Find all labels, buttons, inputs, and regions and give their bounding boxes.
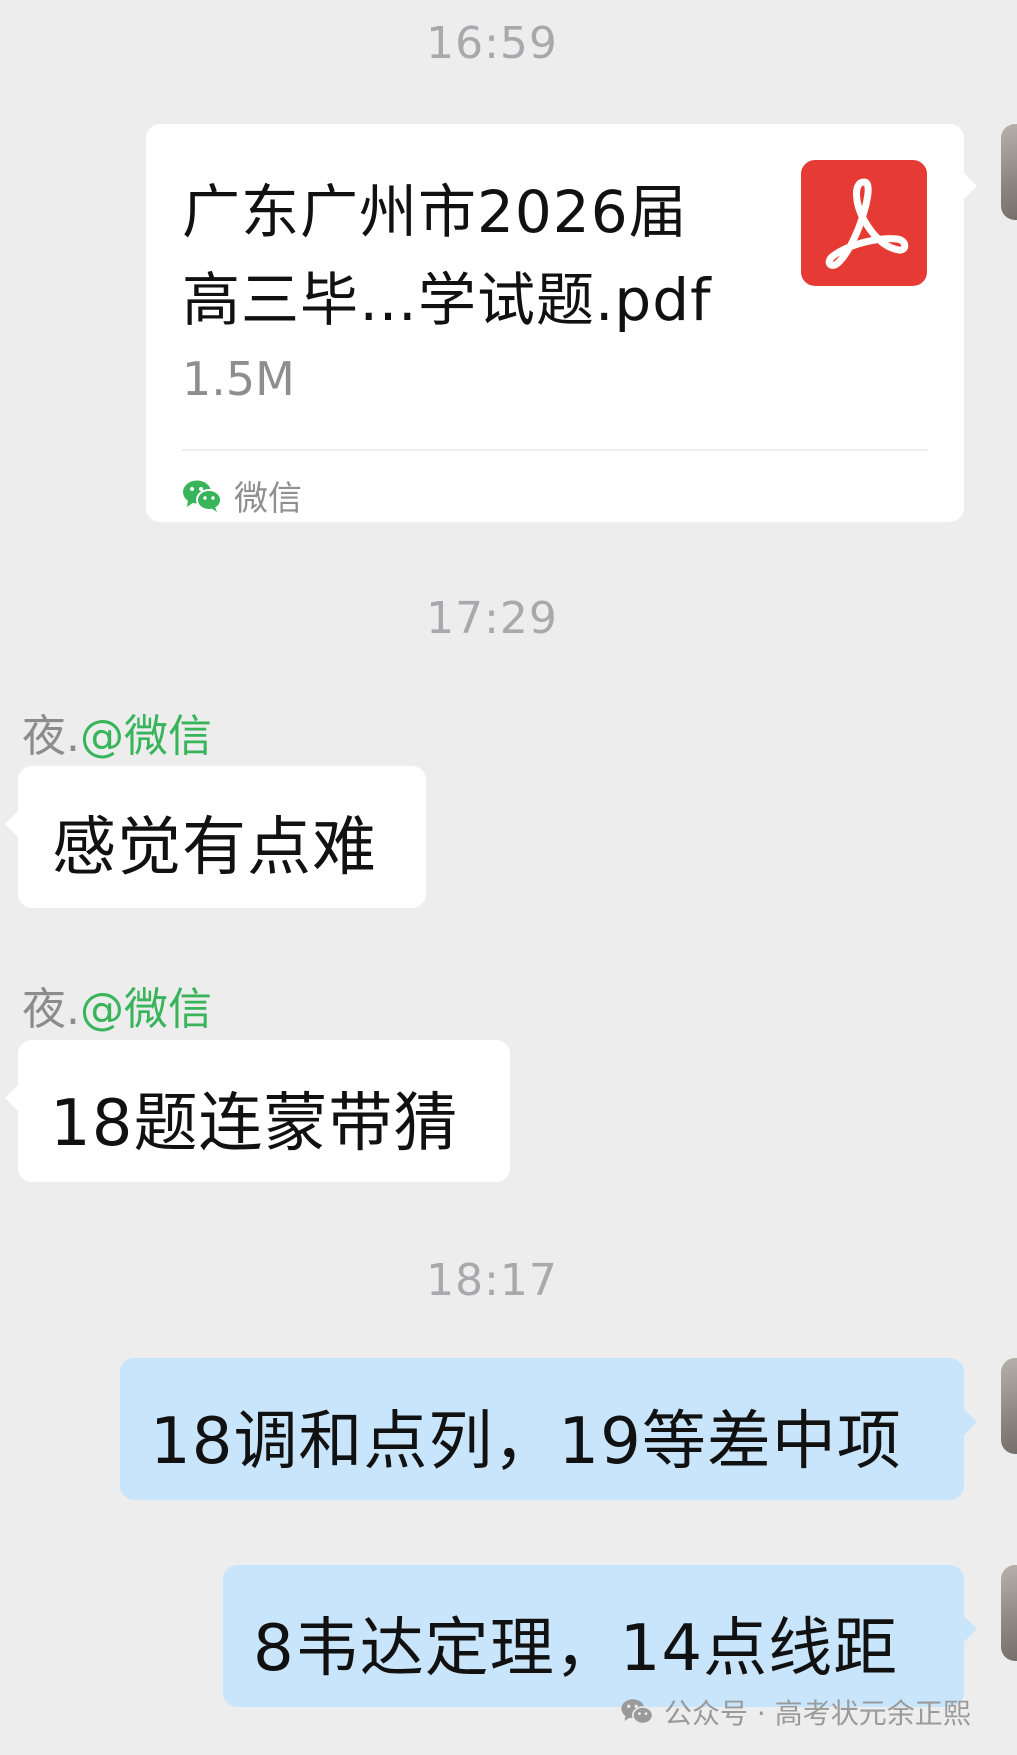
bubble-tail <box>963 172 977 200</box>
sender-nickname: 夜. <box>22 984 80 1035</box>
message-bubble[interactable]: 感觉有点难 <box>5 766 426 908</box>
message-text: 18调和点列，19等差中项 <box>150 1405 902 1479</box>
pdf-icon <box>801 160 927 286</box>
sender-nickname: 夜. <box>22 711 80 762</box>
file-name-line-1: 广东广州市2026届 <box>182 178 688 246</box>
sender-handle: @微信 <box>80 984 212 1035</box>
bubble-tail <box>963 1408 977 1436</box>
timestamp: 18:17 <box>426 1255 558 1306</box>
sender-name: 夜.@微信 <box>22 700 212 764</box>
wechat-icon <box>621 1699 654 1725</box>
divider <box>182 449 928 451</box>
message-text: 8韦达定理，14点线距 <box>253 1612 899 1686</box>
bubble-tail <box>5 1084 19 1112</box>
timestamp: 16:59 <box>426 18 558 69</box>
message-bubble[interactable]: 8韦达定理，14点线距 <box>223 1565 977 1707</box>
message-bubble[interactable]: 18调和点列，19等差中项 <box>120 1358 977 1500</box>
timestamp: 17:29 <box>426 593 558 644</box>
avatar[interactable] <box>1001 1358 1017 1454</box>
watermark: 公众号 · 高考状元余正熙 <box>620 1692 971 1732</box>
file-name-line-2: 高三毕…学试题.pdf <box>182 266 712 334</box>
message-text: 感觉有点难 <box>52 811 377 885</box>
avatar[interactable] <box>1001 1565 1017 1661</box>
avatar[interactable] <box>1001 124 1017 220</box>
bubble-tail <box>963 1615 977 1643</box>
wechat-icon <box>183 480 222 512</box>
file-message-bubble[interactable]: 广东广州市2026届 高三毕…学试题.pdf 1.5M 微信 <box>146 124 977 522</box>
watermark-text: 公众号 · 高考状元余正熙 <box>664 1697 971 1730</box>
file-size: 1.5M <box>182 352 295 406</box>
sender-name: 夜.@微信 <box>22 973 212 1037</box>
source-row: 微信 <box>182 471 302 520</box>
bubble-tail <box>5 810 19 838</box>
file-name: 广东广州市2026届 高三毕…学试题.pdf <box>182 168 752 344</box>
source-label: 微信 <box>234 479 302 519</box>
message-text: 18题连蒙带猜 <box>50 1087 459 1161</box>
sender-handle: @微信 <box>80 711 212 762</box>
message-bubble[interactable]: 18题连蒙带猜 <box>5 1040 510 1182</box>
